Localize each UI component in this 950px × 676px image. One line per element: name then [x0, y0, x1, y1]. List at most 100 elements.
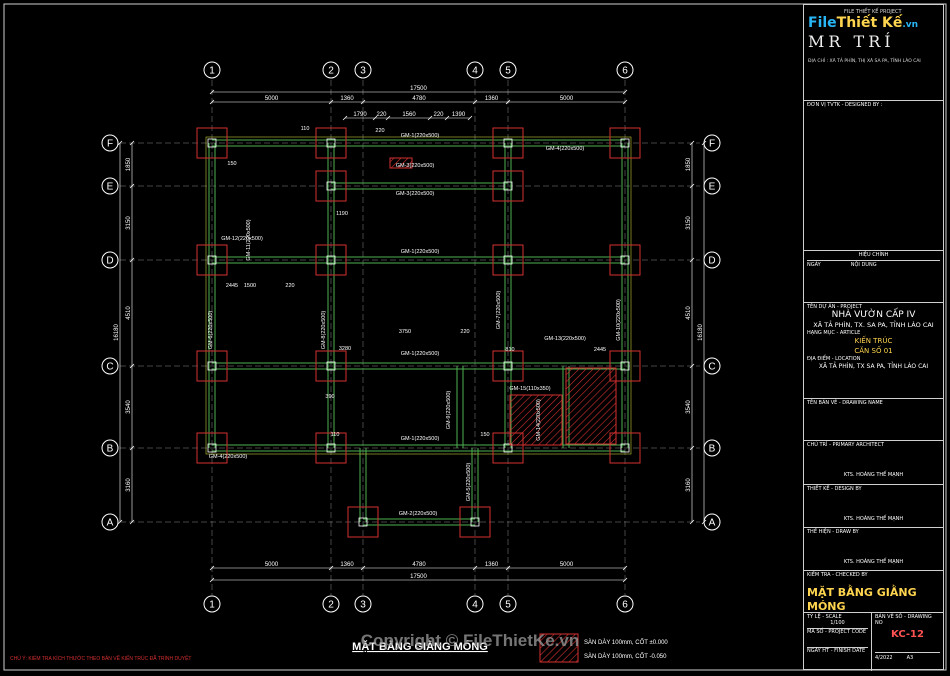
dim-top2-value: 1390 [452, 112, 466, 118]
grid-label-col: 4 [472, 600, 478, 611]
sheet-title: MẶT BẰNG GIẰNG MÓNG [807, 586, 917, 612]
grid-label-col: 3 [360, 600, 366, 611]
draw-label: THỂ HIỆN - DRAW BY [807, 529, 859, 535]
finish-label: NGÀY HT - FINISH DATE [807, 647, 868, 654]
dim-bottom-value: 5000 [560, 562, 574, 568]
small-dimension: 150 [227, 161, 236, 167]
grid-label-col: 1 [209, 600, 215, 611]
grid-label-col: 6 [622, 66, 628, 77]
design-name: KTS. HOÀNG THẾ MẠNH [843, 516, 904, 522]
info-cell: TỶ LỆ - SCALE 1/100 MÃ SỐ - PROJECT CODE… [804, 612, 943, 671]
small-dimension: 2445 [594, 347, 606, 353]
grid-label-col: 4 [472, 66, 478, 77]
finish-date: 4/2022 [875, 655, 893, 661]
revision-header: HIỆU CHỈNH [858, 252, 889, 258]
dim-bottom-total-value: 17500 [410, 574, 427, 580]
dim-right-value: 4510 [686, 306, 692, 320]
finish-row: 4/2022 A3 [875, 652, 940, 661]
grid-label-row: D [106, 256, 113, 267]
beam-label: GM-15(110x350) [509, 386, 550, 392]
architect-cell: CHỦ TRÌ - PRIMARY ARCHITECT KTS. HOÀNG T… [804, 440, 943, 484]
category-2: CĂN SỐ 01 [854, 347, 893, 355]
title-block: FILE THIẾT KẾ PROJECT FileThiết Kế.vn MR… [803, 4, 944, 671]
small-dimension: 110 [331, 432, 340, 438]
logo-small-text: FILE THIẾT KẾ PROJECT [844, 9, 902, 15]
grid-label-row: C [708, 362, 715, 373]
project-cell: TÊN DỰ ÁN - PROJECT NHÀ VƯỜN CẤP IV XÃ T… [804, 302, 943, 398]
dim-right-value: 3540 [686, 400, 692, 414]
dim-bottom-value: 5000 [265, 562, 279, 568]
dim-right-value: 1850 [686, 157, 692, 171]
dim-top2-value: 220 [433, 112, 444, 118]
beam-label: GM-4(220x500) [209, 454, 248, 460]
design-label: THIẾT KẾ - DESIGN BY [807, 486, 862, 492]
dim-left-value: 3540 [126, 400, 132, 414]
dim-top-value: 4780 [412, 96, 426, 102]
grid-label-row: F [107, 139, 113, 150]
grid-label-col: 5 [505, 600, 511, 611]
info-right: BẢN VẼ SỐ - DRAWING NO KC-12 4/2022 A3 [872, 613, 943, 671]
dim-top-value: 1360 [340, 96, 354, 102]
architect-label: CHỦ TRÌ - PRIMARY ARCHITECT [807, 442, 885, 448]
info-left: TỶ LỆ - SCALE 1/100 MÃ SỐ - PROJECT CODE… [804, 613, 872, 671]
grid-label-row: E [709, 182, 716, 193]
dim-left-value: 3150 [126, 216, 132, 230]
hatch-area-2 [565, 367, 617, 445]
beam-label: GM-6(220x500) [208, 311, 214, 350]
sheet-no-label: BẢN VẼ SỐ - DRAWING NO [875, 614, 932, 626]
small-dimension: 150 [480, 432, 489, 438]
dim-right-value: 3150 [686, 216, 692, 230]
beam-label: GM-1(220x500) [401, 249, 440, 255]
dim-bottom-value: 1360 [485, 562, 499, 568]
filethietke-logo: FileThiết Kế.vn [808, 15, 939, 33]
beam-label: GM-9(220x500) [446, 391, 452, 430]
grid-label-col: 1 [209, 66, 215, 77]
dim-left-total-value: 16180 [114, 323, 120, 340]
dim-top-total-value: 17500 [410, 86, 427, 92]
dim-right-total-value: 16180 [698, 323, 704, 340]
project-name: NHÀ VƯỜN CẤP IV [831, 310, 916, 320]
watermark: Copyright © FileThietKe.vn [361, 631, 579, 650]
small-dimension: 2445 [226, 283, 238, 289]
beam-label: GM-2(220x500) [399, 511, 438, 517]
grid-label-col: 6 [622, 600, 628, 611]
beam-label: GM-4(220x500) [546, 146, 585, 152]
logo-suffix: Thiết Kế [836, 15, 903, 31]
design-cell: THIẾT KẾ - DESIGN BY KTS. HOÀNG THẾ MẠNH [804, 484, 943, 527]
drawing-name-cell: TÊN BẢN VẼ - DRAWING NAME [804, 398, 943, 440]
grid-label-col: 3 [360, 66, 366, 77]
revision-cell: HIỆU CHỈNH NGÀY NỘI DUNG [804, 250, 943, 302]
dim-top-value: 5000 [265, 96, 279, 102]
small-dimension: 1500 [244, 283, 256, 289]
location: XÃ TẢ PHÌN, TX SA PA, TỈNH LÀO CAI [818, 363, 929, 370]
sheet-no: KC-12 [891, 629, 924, 640]
logo-cell: FILE THIẾT KẾ PROJECT FileThiết Kế.vn MR… [804, 5, 943, 100]
check-label: KIỂM TRA - CHECKED BY [807, 572, 868, 578]
draw-name: KTS. HOÀNG THẾ MẠNH [843, 559, 904, 565]
legend-line-1: SÀN DÀY 100mm, CỐT ±0.000 [584, 639, 668, 646]
category: KIẾN TRÚC [854, 337, 893, 345]
dim-top2-value: 1790 [353, 112, 367, 118]
beam-label: GM-1(220x500) [401, 436, 440, 442]
beam-label: GM-13(220x500) [544, 336, 586, 342]
project-location: XÃ TẢ PHÌN, TX. SA PA, TỈNH LÀO CAI [813, 321, 934, 329]
grid-label-col: 5 [505, 66, 511, 77]
beam-label: GM-3(220x500) [396, 191, 435, 197]
grid-label-row: E [107, 182, 114, 193]
beam-labels: GM-1(220x500) GM-4(220x500) GM-3(220x500) G… [208, 126, 622, 517]
dim-top2-value: 1560 [402, 112, 416, 118]
owner-name: MR TRÍ [808, 32, 895, 51]
grid-label-col: 2 [328, 600, 334, 611]
beam-label: GM-10(220x500) [616, 299, 622, 341]
dim-right-value: 3160 [686, 478, 692, 492]
revision-col-date: NGÀY [807, 262, 821, 268]
logo-domain: .vn [902, 20, 919, 30]
beam-label: GM-1(220x500) [401, 133, 440, 139]
architect-name: KTS. HOÀNG THẾ MẠNH [843, 472, 904, 478]
grid-label-col: 2 [328, 66, 334, 77]
dim-top-value: 1360 [485, 96, 499, 102]
logo-prefix: File [808, 15, 837, 31]
scale-value: 1/100 [830, 620, 845, 626]
revision-cols: NGÀY NỘI DUNG [807, 260, 940, 268]
check-cell: KIỂM TRA - CHECKED BY MẶT BẰNG GIẰNG MÓN… [804, 570, 943, 612]
